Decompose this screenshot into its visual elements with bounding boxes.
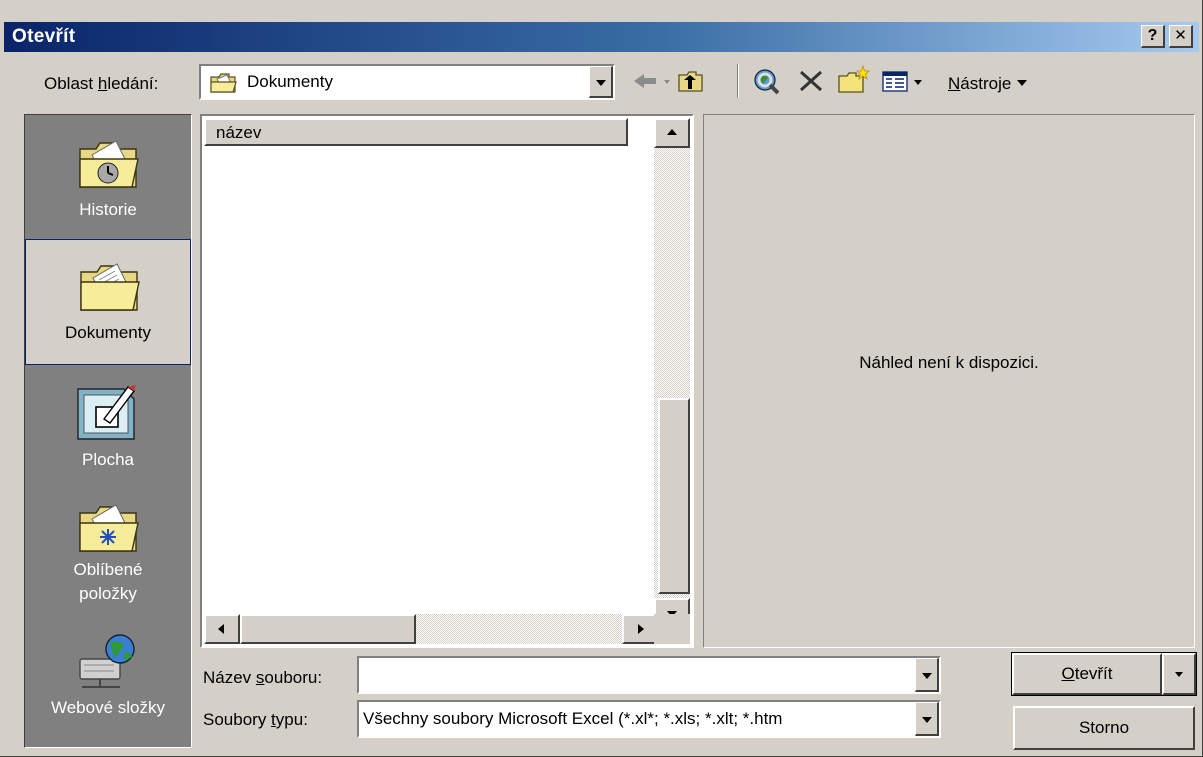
places-item-history[interactable]: Historie [25, 117, 191, 243]
open-button-group: Otevřít [1011, 652, 1197, 696]
places-item-favorites[interactable]: Oblíbené položky [25, 491, 191, 617]
documents-folder-icon [80, 263, 140, 311]
open-dialog: Otevřít ? ✕ Oblast hledání: Dokumenty Ná… [0, 0, 1203, 757]
look-in-label: Oblast hledání: [44, 74, 159, 93]
up-folder-icon [678, 71, 703, 92]
chevron-left-icon [218, 624, 224, 634]
open-options-button[interactable] [1162, 653, 1196, 695]
help-button[interactable]: ? [1141, 25, 1165, 48]
history-icon [79, 140, 139, 188]
new-folder-button[interactable] [836, 64, 872, 98]
up-one-level-button[interactable] [676, 64, 706, 98]
scroll-right-button[interactable] [622, 614, 658, 644]
places-bar: Historie Dokumenty Plocha Oblíbené polož… [24, 114, 192, 748]
filetype-label: Soubory typu: [203, 710, 308, 729]
places-item-documents[interactable]: Dokumenty [25, 239, 191, 365]
views-icon [882, 71, 922, 92]
filename-dropdown-button[interactable] [915, 658, 939, 692]
chevron-down-icon [1175, 672, 1183, 677]
tools-menu[interactable]: Nástroje [948, 74, 1028, 94]
chevron-down-icon [1017, 80, 1028, 86]
places-item-label: Oblíbené [73, 560, 143, 579]
filename-combo[interactable] [357, 656, 941, 694]
search-web-button[interactable] [750, 64, 784, 98]
filename-input[interactable] [361, 660, 911, 690]
web-folders-icon [79, 634, 135, 688]
delete-button[interactable] [796, 64, 826, 98]
chevron-down-icon [595, 79, 606, 86]
close-icon: ✕ [1174, 27, 1187, 44]
title-bar[interactable]: Otevřít ? ✕ [4, 22, 1199, 52]
desktop-icon [77, 385, 136, 440]
open-button-label: Otevřít [1061, 664, 1113, 683]
vertical-scrollbar[interactable] [654, 118, 690, 628]
filetype-value: Všechny soubory Microsoft Excel (*.xl*; … [363, 709, 783, 728]
horizontal-scrollbar[interactable] [204, 614, 658, 644]
toolbar-separator [737, 64, 739, 98]
horizontal-scroll-thumb[interactable] [240, 614, 416, 644]
scroll-left-button[interactable] [204, 614, 240, 644]
preview-message: Náhled není k dispozici. [859, 353, 1039, 372]
look-in-combo[interactable]: Dokumenty [199, 64, 615, 100]
filetype-combo[interactable]: Všechny soubory Microsoft Excel (*.xl*; … [357, 700, 941, 738]
back-arrow-icon [634, 74, 670, 88]
filename-label: Název souboru: [203, 668, 323, 687]
chevron-up-icon [667, 129, 677, 135]
places-item-label: Dokumenty [65, 323, 151, 342]
places-item-desktop[interactable]: Plocha [25, 365, 191, 491]
column-header-name[interactable]: název [204, 118, 628, 146]
places-item-label: Plocha [82, 450, 134, 469]
places-item-label: položky [79, 584, 137, 603]
new-folder-icon [838, 64, 871, 93]
vertical-scroll-thumb[interactable] [658, 398, 690, 594]
help-icon: ? [1147, 27, 1158, 44]
filetype-dropdown-button[interactable] [915, 702, 939, 736]
chevron-down-icon [921, 716, 932, 723]
look-in-dropdown-button[interactable] [589, 66, 613, 98]
scroll-up-button[interactable] [654, 118, 690, 148]
folder-icon [210, 73, 237, 93]
chevron-right-icon [638, 624, 644, 634]
places-item-label: Webové složky [50, 698, 165, 717]
column-header-label: název [216, 123, 262, 142]
chevron-down-icon [921, 672, 932, 679]
cancel-button-label: Storno [1078, 718, 1130, 737]
close-button[interactable]: ✕ [1169, 25, 1193, 48]
search-web-icon [754, 69, 780, 95]
places-item-label: Historie [79, 200, 137, 219]
places-item-web-folders[interactable]: Webové složky [25, 621, 191, 747]
back-button[interactable] [630, 64, 674, 98]
cancel-button[interactable]: Storno [1013, 706, 1195, 750]
open-button[interactable]: Otevřít [1012, 653, 1162, 695]
favorites-folder-icon [79, 504, 139, 552]
delete-icon [799, 70, 823, 92]
views-button[interactable] [880, 64, 930, 98]
look-in-value: Dokumenty [247, 72, 333, 91]
file-list[interactable]: název [200, 114, 694, 648]
preview-pane: Náhled není k dispozici. [703, 114, 1195, 648]
window-title: Otevřít [12, 26, 76, 47]
scrollbar-corner [654, 614, 690, 644]
